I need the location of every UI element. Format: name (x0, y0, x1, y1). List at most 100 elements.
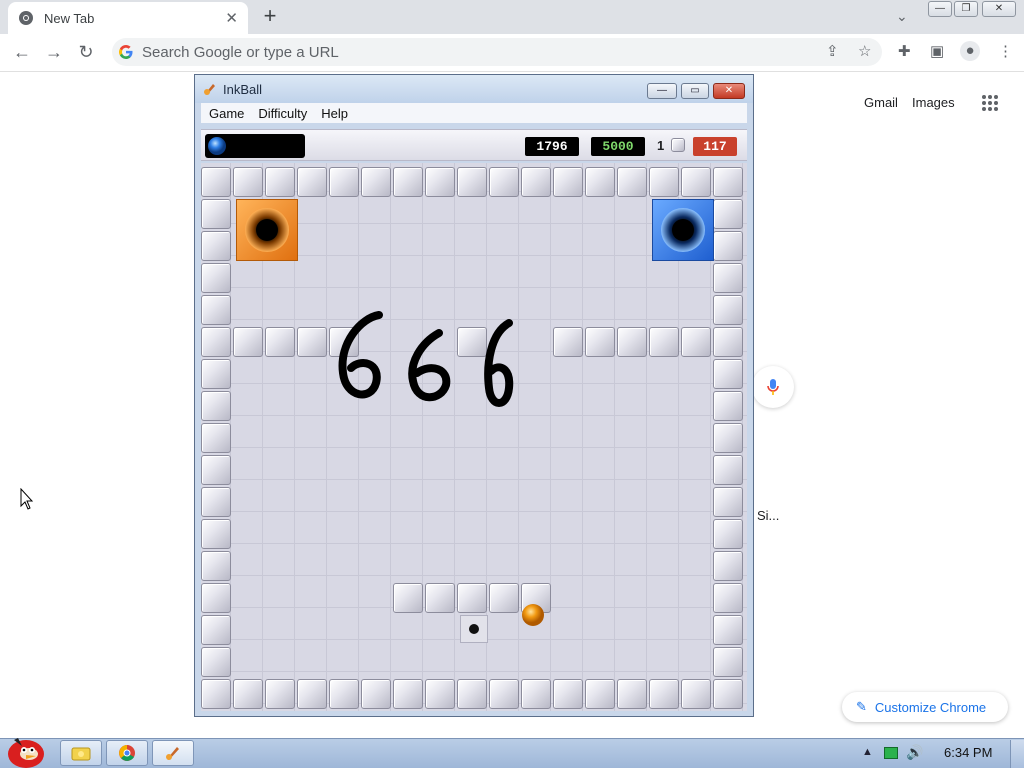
show-desktop-button[interactable] (1010, 740, 1024, 768)
angry-birds-start-icon[interactable] (2, 730, 50, 768)
inkball-window[interactable]: InkBall — ▭ ✕ Game Difficulty Help 1796 … (194, 74, 754, 717)
network-icon[interactable] (884, 747, 898, 759)
wall-tile (329, 679, 359, 709)
wall-tile (201, 391, 231, 421)
wall-tile (457, 167, 487, 197)
wall-tile (201, 679, 231, 709)
wall-tile (201, 263, 231, 293)
wall-tile (521, 167, 551, 197)
wall-tile (489, 167, 519, 197)
taskbar-inkball-button[interactable] (152, 740, 194, 766)
target-score-counter: 5000 (591, 137, 645, 156)
wall-tile (713, 359, 743, 389)
menu-game[interactable]: Game (209, 106, 244, 121)
taskbar-clock[interactable]: 6:34 PM (944, 745, 992, 760)
blue-goal-hole (652, 199, 714, 261)
wall-tile (713, 263, 743, 293)
wall-tile (201, 583, 231, 613)
omnibox-placeholder: Search Google or type a URL (142, 43, 339, 61)
images-link[interactable]: Images (912, 95, 955, 110)
voice-search-mic-icon[interactable] (752, 366, 794, 408)
volume-icon[interactable]: 🔊 (906, 744, 923, 761)
wall-tile (233, 167, 263, 197)
blue-hole-icon (661, 208, 705, 252)
wall-tile (553, 327, 583, 357)
profile-icon[interactable]: ● (960, 41, 980, 61)
reload-icon[interactable]: ↻ (76, 42, 96, 63)
game-board[interactable] (201, 163, 747, 711)
mic-icon (767, 379, 779, 395)
menu-difficulty[interactable]: Difficulty (258, 106, 307, 121)
wall-tile (713, 551, 743, 581)
wall-tile (393, 679, 423, 709)
tab-search-chevron-icon[interactable]: ⌄ (896, 8, 908, 25)
wall-tile (585, 167, 615, 197)
orange-goal-hole (236, 199, 298, 261)
pencil-icon: ✎ (856, 699, 867, 714)
side-panel-icon[interactable]: ▣ (930, 42, 944, 60)
inkball-menubar: Game Difficulty Help (201, 103, 747, 123)
customize-chrome-button[interactable]: ✎ Customize Chrome (842, 692, 1008, 722)
wall-tile (681, 327, 711, 357)
wall-tile (681, 167, 711, 197)
ball-queue (205, 134, 305, 158)
new-tab-button[interactable]: + (258, 4, 282, 28)
tab-new-tab[interactable]: New Tab ✕ (8, 2, 248, 34)
wall-tile (361, 167, 391, 197)
wall-tile (617, 679, 647, 709)
puzzle-icon[interactable]: ✚ (898, 42, 911, 60)
wall-tile (297, 679, 327, 709)
window-minimize-button[interactable]: — (928, 1, 952, 17)
tab-title: New Tab (44, 10, 95, 26)
wall-tile (297, 327, 327, 357)
google-g-icon (119, 45, 133, 59)
menu-help[interactable]: Help (321, 106, 348, 121)
wall-tile (201, 519, 231, 549)
inkball-minimize-button[interactable]: — (647, 83, 677, 99)
wall-tile (425, 167, 455, 197)
inkball-close-button[interactable]: ✕ (713, 83, 745, 99)
wall-tile (617, 327, 647, 357)
ink-drawing-666 (338, 311, 514, 407)
wall-tile (201, 487, 231, 517)
star-icon[interactable]: ☆ (858, 42, 871, 60)
folder-icon (71, 747, 91, 761)
lives-count: 1 (657, 138, 665, 153)
wall-tile (617, 167, 647, 197)
score-counter: 1796 (525, 137, 579, 156)
wall-tile (713, 231, 743, 261)
lives-block-icon (671, 138, 685, 152)
forward-arrow-icon[interactable]: → (44, 42, 64, 63)
inkball-status-bar: 1796 5000 1 117 (201, 129, 747, 161)
tab-close-icon[interactable]: ✕ (225, 9, 238, 27)
inkball-app-icon (166, 747, 179, 760)
shortcut-label[interactable]: Si... (757, 508, 779, 523)
tray-show-hidden-icon[interactable]: ▲ (862, 746, 873, 758)
wall-tile (201, 231, 231, 261)
window-close-button[interactable]: ✕ (982, 1, 1016, 17)
wall-tile (201, 167, 231, 197)
wall-tile (265, 679, 295, 709)
wall-tile (233, 327, 263, 357)
wall-tile (329, 167, 359, 197)
kebab-menu-icon[interactable]: ⋮ (998, 42, 1013, 60)
omnibox[interactable]: Search Google or type a URL (112, 38, 882, 66)
apps-grid-icon[interactable] (981, 94, 999, 112)
wall-tile (201, 551, 231, 581)
wall-tile (297, 167, 327, 197)
wall-tile (553, 679, 583, 709)
taskbar-explorer-button[interactable] (60, 740, 102, 766)
wall-tile (201, 647, 231, 677)
wall-tile (713, 167, 743, 197)
timer-counter: 117 (693, 137, 737, 156)
window-restore-button[interactable]: ❐ (954, 1, 978, 17)
wall-tile (201, 615, 231, 645)
wall-tile (649, 167, 679, 197)
back-arrow-icon[interactable]: ← (12, 42, 32, 63)
inkball-maximize-button[interactable]: ▭ (681, 83, 709, 99)
taskbar-chrome-button[interactable] (106, 740, 148, 766)
spawn-hole-icon (469, 624, 479, 634)
wall-tile (489, 679, 519, 709)
gmail-link[interactable]: Gmail (864, 95, 898, 110)
share-icon[interactable]: ⇪ (826, 42, 839, 60)
